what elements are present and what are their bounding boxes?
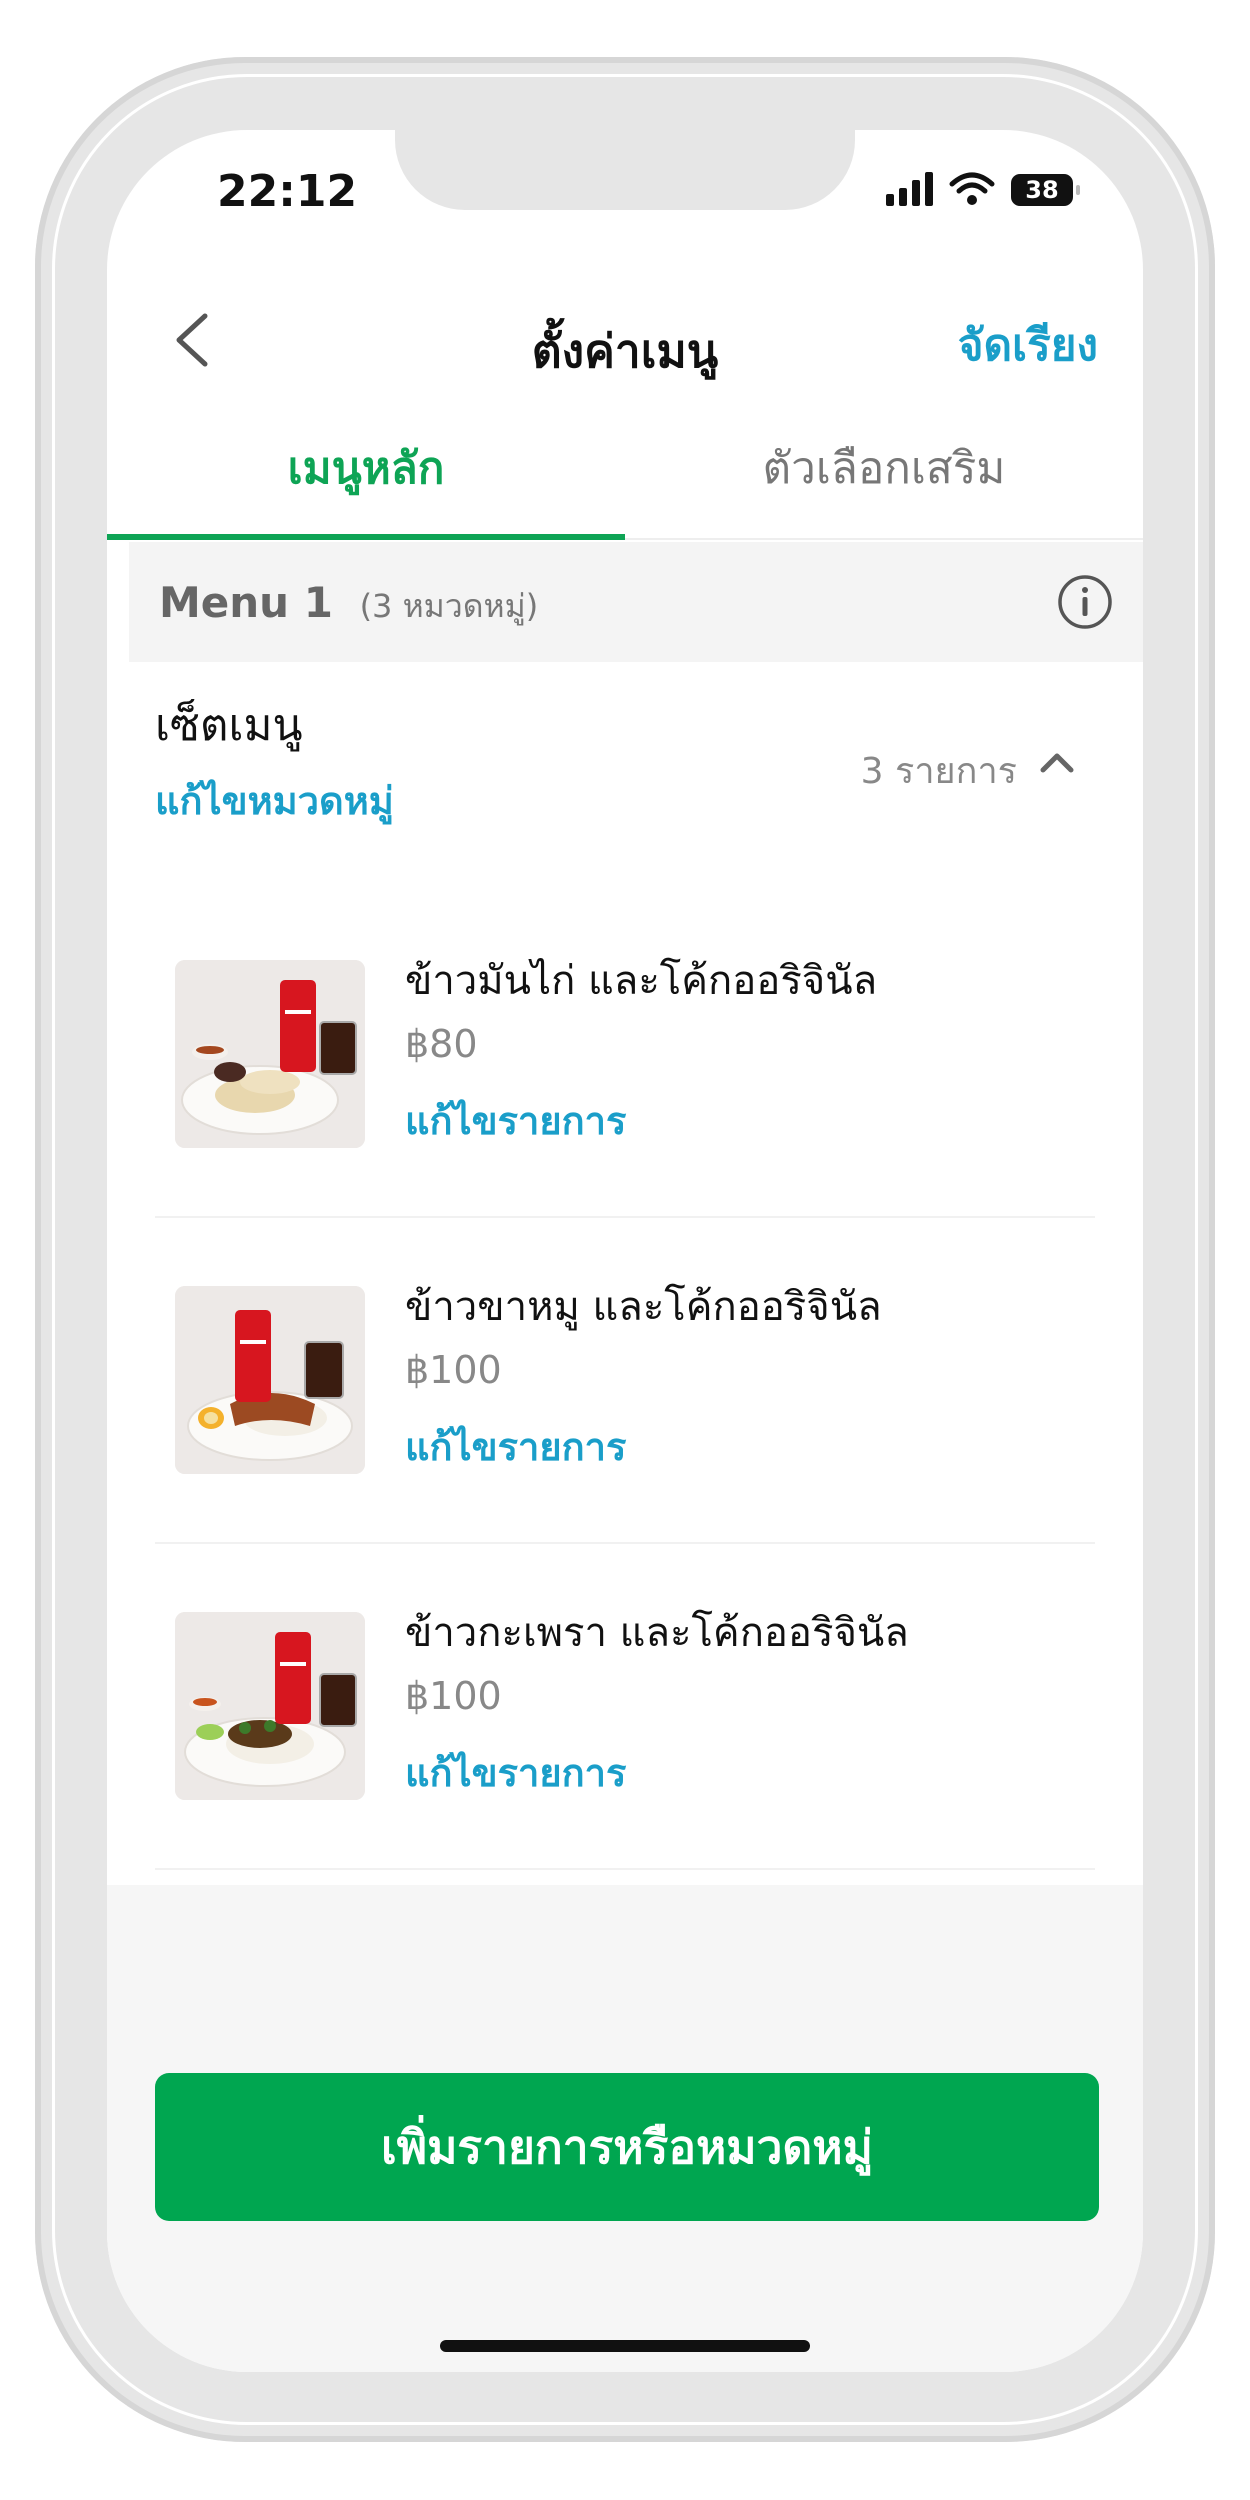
tab-extra-options[interactable]: ตัวเลือกเสริม [625, 398, 1143, 538]
status-time: 22:12 [217, 166, 358, 217]
sort-button[interactable]: จัดเรียง [958, 310, 1098, 380]
app-header: ตั้งค่าเมนู จัดเรียง [107, 270, 1143, 395]
add-item-or-category-button[interactable]: เพิ่มรายการหรือหมวดหมู่ [155, 2073, 1099, 2221]
menu-item[interactable]: ข้าวกะเพรา และโค้กออริจินัล ฿100 แก้ไขรา… [155, 1542, 1095, 1870]
menu-name: Menu 1 (3 หมวดหมู่) [159, 578, 538, 632]
edit-category-link[interactable]: แก้ไขหมวดหมู่ [155, 770, 394, 831]
edit-item-link[interactable]: แก้ไขรายการ [405, 1090, 626, 1151]
tab-main-menu[interactable]: เมนูหลัก [107, 398, 625, 538]
info-icon[interactable] [1057, 574, 1113, 630]
menu-section-header: Menu 1 (3 หมวดหมู่) [129, 542, 1143, 662]
edit-item-link[interactable]: แก้ไขรายการ [405, 1742, 626, 1803]
home-indicator[interactable] [440, 2340, 810, 2352]
category-title: เซ็ตเมนู [155, 700, 303, 751]
menu-item-image [175, 960, 365, 1148]
menu-item-price: ฿80 [405, 1022, 478, 1066]
chevron-up-icon[interactable] [1037, 742, 1077, 782]
battery-icon: 38 [1011, 174, 1080, 206]
edit-item-link[interactable]: แก้ไขรายการ [405, 1416, 626, 1477]
menu-item-image [175, 1612, 365, 1800]
menu-item-price: ฿100 [405, 1348, 502, 1392]
notch [395, 130, 855, 210]
signal-icon [886, 172, 933, 206]
menu-item[interactable]: ข้าวขาหมู และโค้กออริจินัล ฿100 แก้ไขราย… [155, 1216, 1095, 1544]
category-header[interactable]: เซ็ตเมนู แก้ไขหมวดหมู่ 3 รายการ [155, 690, 1095, 830]
menu-item-image [175, 1286, 365, 1474]
status-icons: 38 [886, 172, 1080, 206]
active-tab-indicator [107, 534, 625, 540]
menu-item-name: ข้าวกะเพรา และโค้กออริจินัล [405, 1610, 909, 1656]
menu-item-price: ฿100 [405, 1674, 502, 1718]
category-item-count: 3 รายการ [860, 751, 1017, 792]
menu-item-name: ข้าวขาหมู และโค้กออริจินัล [405, 1284, 882, 1330]
menu-category-count: (3 หมวดหมู่) [359, 587, 539, 625]
tab-bar: เมนูหลัก ตัวเลือกเสริม [107, 398, 1143, 540]
menu-name-label: Menu 1 [159, 578, 333, 627]
phone-screen: 22:12 38 ตั้งค่าเมนู จัดเรียง เมนูหลัก ต… [107, 130, 1143, 2372]
menu-item-name: ข้าวมันไก่ และโค้กออริจินัล [405, 958, 878, 1004]
menu-item[interactable]: ข้าวมันไก่ และโค้กออริจินัล ฿80 แก้ไขราย… [155, 890, 1095, 1218]
wifi-icon [949, 172, 995, 205]
